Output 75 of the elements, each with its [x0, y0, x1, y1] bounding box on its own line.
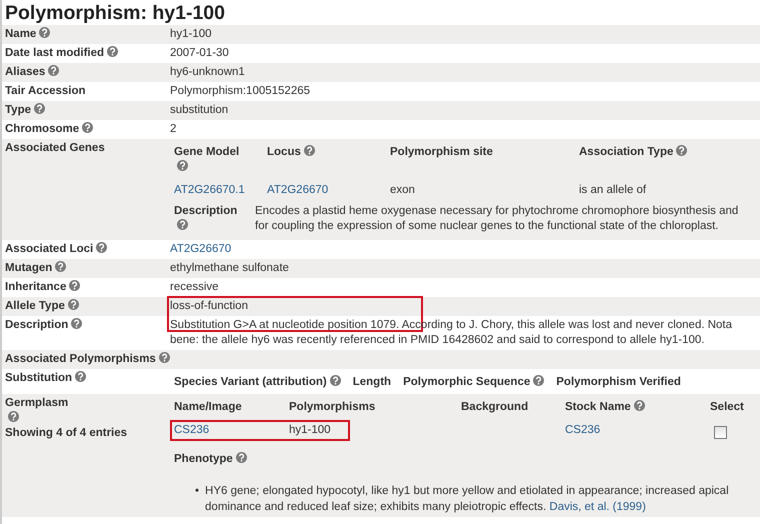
field-label: Allele Type: [5, 299, 170, 314]
field-value: 2007-01-30: [170, 46, 230, 61]
section-label: Associated Polymorphisms: [5, 353, 170, 365]
help-icon[interactable]: [634, 400, 645, 411]
help-icon[interactable]: [68, 299, 79, 310]
field-label: Associated Genes: [5, 141, 106, 156]
column-header: Gene Model: [174, 145, 249, 175]
stock-link[interactable]: CS236: [565, 424, 600, 436]
help-icon[interactable]: [304, 145, 315, 156]
help-icon[interactable]: [34, 103, 45, 114]
field-label: Germplasm: [5, 396, 70, 411]
field-label: Name: [5, 27, 170, 42]
field-label: Inheritance: [5, 280, 170, 295]
gene-model-link[interactable]: AT2G26670.1: [174, 184, 245, 196]
field-label: Type: [5, 103, 170, 118]
help-icon[interactable]: [177, 219, 188, 230]
column-header: Phenotype: [174, 453, 247, 465]
column-header: Locus: [267, 145, 390, 175]
field-value: Polymorphism:1005152265: [170, 84, 312, 99]
help-icon[interactable]: [69, 280, 80, 291]
column-header: Polymorphisms: [289, 400, 376, 415]
help-icon[interactable]: [71, 318, 82, 329]
field-label: Tair Accession: [5, 84, 87, 99]
column-header: Name/Image: [174, 400, 243, 415]
column-header: Species Variant (attribution): [174, 375, 341, 390]
field-value: hy6-unknown1: [170, 65, 246, 80]
field-value: substitution: [170, 103, 230, 118]
help-icon[interactable]: [82, 122, 94, 133]
table-cell-text: is an allele of: [579, 183, 648, 198]
help-icon[interactable]: [676, 145, 688, 156]
field-label: Associated Loci: [5, 242, 170, 257]
help-icon[interactable]: [8, 411, 19, 422]
help-icon[interactable]: [177, 160, 188, 171]
column-header: Background: [461, 400, 530, 415]
column-header: Polymorphic Sequence: [403, 375, 544, 390]
field-label: Date last modified: [5, 46, 170, 61]
column-header: Polymorphism Verified: [556, 375, 681, 390]
field-value: ethylmethane sulfonate: [170, 261, 290, 276]
field-value: 2: [170, 122, 178, 137]
field-label: Aliases: [5, 65, 170, 80]
column-header: Select: [710, 400, 745, 415]
field-value: hy1-100: [170, 27, 213, 42]
help-icon[interactable]: [39, 27, 50, 38]
field-value: loss-of-function: [170, 299, 760, 314]
stock-link[interactable]: CS236: [174, 424, 210, 436]
field-label: Chromosome: [5, 122, 170, 137]
bullet-marker: •: [195, 484, 200, 499]
help-icon[interactable]: [158, 352, 170, 363]
page-title: Polymorphism: hy1-100: [4, 1, 226, 25]
field-label: Description: [5, 318, 170, 348]
help-icon[interactable]: [75, 371, 86, 382]
column-header: Association Type: [579, 145, 760, 175]
help-icon[interactable]: [107, 46, 118, 57]
table-cell-text: exon: [390, 183, 416, 198]
entry-count: Showing 4 of 4 entries: [5, 426, 128, 441]
phenotype-text: HY6 gene; elongated hypocotyl, like hy1 but more yellow and etiolated in appearance; increased apical dominance and reduced leaf size; exhibits many pleiotropic effects. Davis, et al. (1999): [205, 484, 730, 515]
field-label: Mutagen: [5, 261, 170, 276]
field-label: Substitution: [5, 371, 170, 392]
locus-link[interactable]: AT2G26670: [267, 184, 328, 196]
help-icon[interactable]: [55, 261, 66, 272]
select-checkbox[interactable]: [714, 426, 727, 439]
gene-description: Encodes a plastid heme oxygenase necessary for phytochrome chromophore biosynthesis and for coupling the expression of some nuclear genes to the functional state of the chloroplast.: [255, 204, 740, 234]
field-value: recessive: [170, 280, 220, 295]
citation-link[interactable]: Davis, et al. (1999): [549, 501, 646, 513]
column-header: Description: [174, 204, 244, 234]
column-header: Length: [352, 375, 392, 390]
locus-link[interactable]: AT2G26670: [170, 243, 232, 255]
table-cell-text: hy1-100: [289, 423, 332, 438]
help-icon[interactable]: [96, 242, 108, 253]
help-icon[interactable]: [48, 65, 60, 76]
column-header: Stock Name: [565, 400, 710, 415]
help-icon[interactable]: [533, 375, 544, 386]
help-icon[interactable]: [236, 452, 247, 463]
help-icon[interactable]: [330, 375, 341, 386]
column-header: Polymorphism site: [390, 145, 494, 160]
